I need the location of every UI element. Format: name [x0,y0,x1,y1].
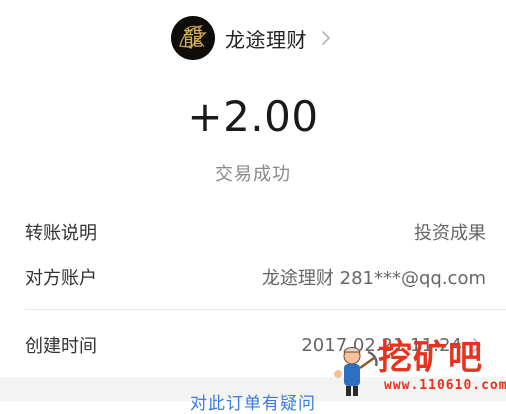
dragon-logo-icon: 龍 [171,16,215,60]
miner-mascot-icon [334,347,378,396]
merchant-name[interactable]: 龙途理财 [225,24,307,53]
watermark-url: www.110610.com [384,378,506,393]
account-value: 龙途理财 281***@qq.com [261,268,486,289]
detail-row-account: 对方账户 龙途理财 281***@qq.com [25,262,486,292]
time-label: 创建时间 [25,336,97,357]
description-value: 投资成果 [414,223,486,244]
chevron-right-icon[interactable] [317,29,335,47]
transaction-amount: +2.00 [187,92,319,141]
transaction-status: 交易成功 [215,164,291,185]
merchant-header[interactable]: 龍 龙途理财 [0,12,506,64]
watermark-title: 挖矿吧 [378,338,483,378]
account-label: 对方账户 [25,268,97,289]
transaction-detail-page: 龍 龙途理财 +2.00 交易成功 转账说明 投资成果 对方账户 龙途理财 28… [0,0,506,414]
detail-row-description: 转账说明 投资成果 [25,217,486,247]
section-divider [25,309,506,310]
watermark: 挖矿吧 www.110610.com [330,338,506,398]
description-label: 转账说明 [25,223,97,244]
logo-glyph: 龍 [183,26,203,50]
